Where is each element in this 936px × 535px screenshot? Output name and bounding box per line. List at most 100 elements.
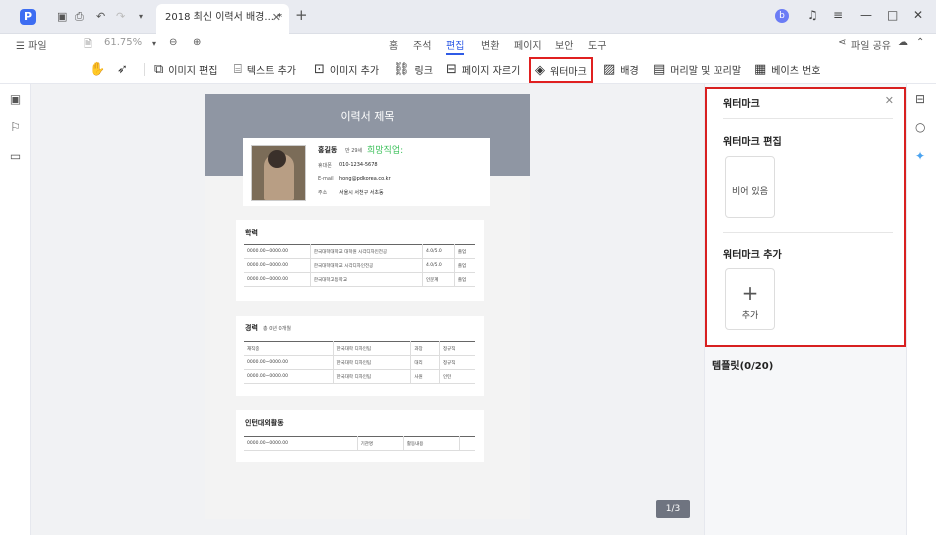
tab-annotate[interactable]: 주석 bbox=[413, 37, 431, 52]
add-text-icon: ⌸ bbox=[234, 61, 242, 77]
intern-title: 인턴대외활동 bbox=[245, 419, 284, 427]
close-tab-icon[interactable]: ✕ bbox=[272, 4, 281, 32]
watermark-icon: ◈ bbox=[535, 62, 545, 78]
profile-name: 홍길동 bbox=[318, 146, 338, 154]
toolbar-divider bbox=[144, 63, 145, 76]
table-row: 0000.00~0000.00 한국대학대학교 대학원 시각디자인전공 4.0/5.… bbox=[244, 244, 475, 259]
zoom-out-icon[interactable]: ⊖ bbox=[169, 37, 177, 48]
share-file-button[interactable]: 파일 공유 bbox=[851, 37, 891, 52]
properties-icon[interactable]: ⊟ bbox=[915, 92, 925, 106]
tab-tools[interactable]: 도구 bbox=[588, 37, 606, 52]
tab-edit[interactable]: 편집 bbox=[446, 37, 465, 55]
background-button[interactable]: ▨ 배경 bbox=[603, 59, 639, 79]
watermark-button[interactable]: ◈ 워터마크 bbox=[529, 57, 593, 83]
avatar[interactable]: b bbox=[775, 9, 789, 23]
zoom-dropdown-icon[interactable]: ▾ bbox=[152, 39, 156, 48]
education-title: 학력 bbox=[245, 229, 258, 237]
tab-home[interactable]: 홈 bbox=[389, 37, 398, 52]
watermark-panel-title: 워터마크 bbox=[723, 99, 760, 110]
select-tool-icon[interactable]: ➶ bbox=[117, 59, 128, 79]
hand-tool-icon[interactable]: ✋ bbox=[89, 59, 105, 79]
edit-toolbar: ✋ ➶ ⧉ 이미지 편집 ⌸ 텍스트 추가 ⊡ 이미지 추가 ⛓ 링크 ⊟ 페이지 자르기… bbox=[0, 54, 936, 84]
tab-convert[interactable]: 변환 bbox=[481, 37, 499, 52]
link-icon: ⛓ bbox=[393, 61, 410, 77]
redo-icon[interactable]: ↷ bbox=[116, 10, 125, 23]
table-row: 0000.00~0000.00 한국대학고등학교 인문계 졸업 bbox=[244, 272, 475, 287]
page-view-icon[interactable]: 🗎 bbox=[84, 37, 92, 54]
header-footer-icon: ▤ bbox=[653, 61, 666, 77]
tab-security[interactable]: 보안 bbox=[555, 37, 573, 52]
left-sidebar: ▣ ⚐ ▭ bbox=[0, 84, 31, 535]
close-window-icon[interactable]: ✕ bbox=[913, 8, 923, 22]
print-icon[interactable]: ⎙ bbox=[75, 10, 84, 24]
thumbnail-icon[interactable]: ▣ bbox=[9, 92, 22, 106]
phone-value: 010-1234-5678 bbox=[339, 162, 378, 168]
bates-number-icon: ▦ bbox=[754, 61, 767, 77]
resume-title: 이력서 제목 bbox=[340, 110, 395, 123]
table-row: 0000.00~0000.00 한국대학 디자인팀 대리 정규직 bbox=[244, 355, 475, 370]
right-sidebar: ⊟ ○ ✦ bbox=[906, 84, 936, 535]
plus-icon: + bbox=[741, 281, 759, 305]
page-indicator[interactable]: 1/3 bbox=[656, 500, 690, 518]
add-image-button[interactable]: ⊡ 이미지 추가 bbox=[314, 59, 379, 79]
notification-bell-icon[interactable]: ♫ bbox=[807, 8, 818, 22]
document-tab-title: 2018 최신 이력서 배경... * bbox=[165, 12, 283, 23]
education-section: 학력 0000.00~0000.00 한국대학대학교 대학원 시각디자인전공 4.0… bbox=[236, 220, 484, 301]
zoom-value[interactable]: 61.75% bbox=[104, 37, 142, 48]
profile-age: 만 29세 bbox=[345, 148, 363, 154]
panel-divider bbox=[723, 118, 893, 119]
email-value: hong@pdkorea.co.kr bbox=[339, 176, 391, 182]
quick-access-dropdown-icon[interactable]: ▾ bbox=[139, 12, 143, 21]
profile-photo bbox=[251, 145, 306, 201]
crop-icon: ⊟ bbox=[446, 61, 457, 77]
save-icon[interactable]: ▣ bbox=[57, 10, 67, 23]
document-canvas[interactable]: 이력서 제목 홍길동 만 29세 희망직업: 휴대폰 010-1234-5678… bbox=[31, 84, 704, 535]
crop-page-button[interactable]: ⊟ 페이지 자르기 bbox=[446, 59, 520, 79]
empty-label: 비어 있음 bbox=[732, 187, 768, 197]
address-value: 서울시 서천구 서초동 bbox=[339, 190, 384, 196]
career-title: 경력 bbox=[245, 324, 258, 332]
panel-divider bbox=[723, 232, 893, 233]
close-icon[interactable]: ✕ bbox=[885, 94, 894, 107]
add-image-icon: ⊡ bbox=[314, 61, 325, 77]
collapse-ribbon-icon[interactable]: ⌃ bbox=[916, 37, 924, 48]
career-subtitle: 총 0년 0개월 bbox=[263, 326, 291, 332]
add-label: 추가 bbox=[741, 311, 759, 321]
new-tab-button[interactable]: + bbox=[295, 6, 308, 24]
bookmark-icon[interactable]: ⚐ bbox=[9, 120, 22, 134]
document-tab[interactable]: 2018 최신 이력서 배경... * ✕ bbox=[156, 4, 289, 34]
file-menu[interactable]: ☰ 파일 bbox=[16, 37, 47, 52]
templates-count: 템플릿(0/20) bbox=[712, 361, 774, 372]
table-row: 0000.00~0000.00 한국대학 디자인팀 사원 인턴 bbox=[244, 369, 475, 384]
bates-number-button[interactable]: ▦ 베이츠 번호 bbox=[754, 59, 820, 79]
edit-image-button[interactable]: ⧉ 이미지 편집 bbox=[154, 59, 217, 79]
watermark-edit-title: 워터마크 편집 bbox=[723, 137, 782, 148]
comment-icon[interactable]: ▭ bbox=[9, 149, 22, 163]
table-row: 0000.00~0000.00 기관명 활동내용 bbox=[244, 436, 475, 451]
share-icon[interactable]: ⋖ bbox=[838, 37, 846, 48]
edit-image-icon: ⧉ bbox=[154, 61, 164, 77]
zoom-in-icon[interactable]: ⊕ bbox=[193, 37, 201, 48]
cloud-icon[interactable]: ☁ bbox=[898, 37, 908, 48]
link-button[interactable]: ⛓ 링크 bbox=[393, 59, 433, 79]
watermark-add-title: 워터마크 추가 bbox=[723, 250, 782, 261]
add-watermark-button[interactable]: + 추가 bbox=[725, 268, 775, 330]
search-icon[interactable]: ○ bbox=[915, 120, 925, 134]
intern-section: 인턴대외활동 0000.00~0000.00 기관명 활동내용 bbox=[236, 410, 484, 462]
watermark-empty-tile[interactable]: 비어 있음 bbox=[725, 156, 775, 218]
menu-icon[interactable]: ≡ bbox=[833, 8, 843, 22]
ai-sparkle-icon[interactable]: ✦ bbox=[915, 149, 925, 163]
tab-page[interactable]: 페이지 bbox=[514, 37, 542, 52]
app-logo-icon[interactable]: P bbox=[20, 9, 36, 25]
table-row: 재직중 한국대학 디자인팀 과장 정규직 bbox=[244, 341, 475, 356]
add-text-button[interactable]: ⌸ 텍스트 추가 bbox=[234, 59, 296, 79]
menu-bar: ☰ 파일 🗎 61.75% ▾ ⊖ ⊕ 홈 주석 편집 변환 페이지 보안 도구… bbox=[0, 34, 936, 55]
desired-job: 희망직업: bbox=[367, 146, 404, 156]
minimize-icon[interactable]: — bbox=[860, 8, 872, 22]
maximize-icon[interactable]: □ bbox=[887, 8, 898, 22]
profile-card: 홍길동 만 29세 희망직업: 휴대폰 010-1234-5678 E-mail… bbox=[243, 138, 490, 206]
header-footer-button[interactable]: ▤ 머리말 및 꼬리말 bbox=[653, 59, 741, 79]
career-table: 재직중 한국대학 디자인팀 과장 정규직 0000.00~0000.00 한국대학 디자… bbox=[244, 341, 475, 384]
document-page[interactable]: 이력서 제목 홍길동 만 29세 희망직업: 휴대폰 010-1234-5678… bbox=[205, 94, 530, 519]
undo-icon[interactable]: ↶ bbox=[96, 10, 105, 23]
